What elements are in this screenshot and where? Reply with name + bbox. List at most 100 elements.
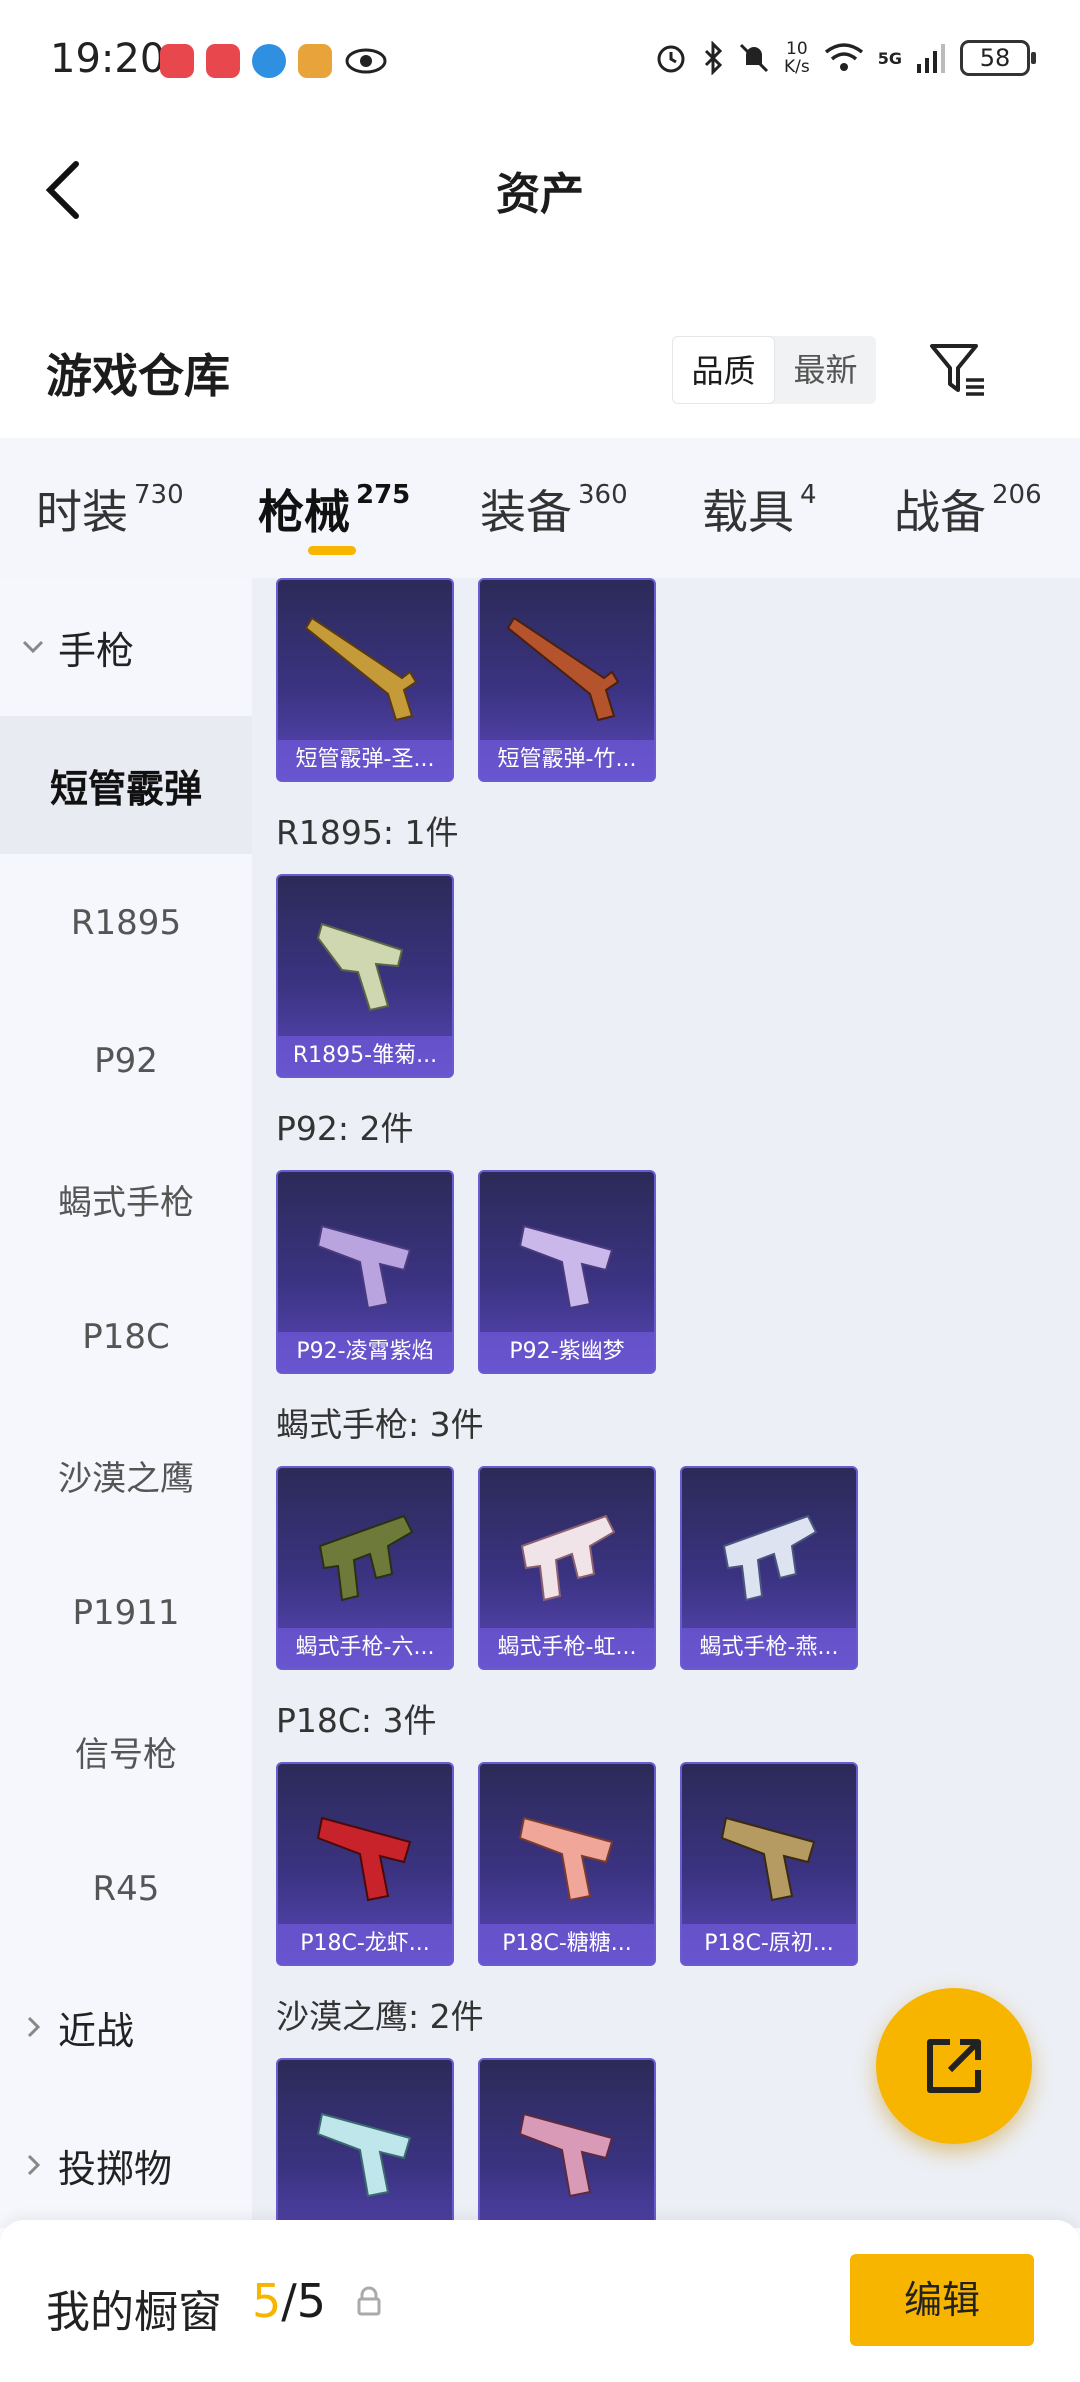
item-card[interactable]: P18C-龙虾... (276, 1762, 454, 1966)
item-card[interactable]: P92-紫幽梦 (478, 1170, 656, 1374)
revolver-icon (316, 922, 404, 1012)
browser-icon (252, 44, 286, 78)
pistol-icon (720, 1816, 816, 1902)
sidebar-item-scorpion[interactable]: 蝎式手枪 (0, 1130, 252, 1268)
sort-quality-option[interactable]: 品质 (672, 336, 775, 404)
tab-count: 730 (134, 480, 184, 510)
notification-icons (160, 44, 388, 78)
item-name: P18C-糖糖... (480, 1924, 654, 1964)
battery-indicator: 58 (960, 40, 1036, 76)
chevron-right-icon (27, 2154, 41, 2176)
sidebar-group-throwables[interactable]: 投掷物 (0, 2096, 252, 2234)
signal-icon (917, 44, 945, 73)
app-notification-icon (298, 44, 332, 78)
showcase-total: /5 (281, 2274, 327, 2328)
item-name: P18C-龙虾... (278, 1924, 452, 1964)
tab-count: 4 (800, 480, 817, 510)
status-bar: 19:20 10 K/s 5G 58 (0, 0, 1080, 124)
sidebar-item-p18c[interactable]: P18C (0, 1268, 252, 1406)
item-name: P92-凌霄紫焰 (278, 1332, 452, 1372)
sidebar-item-p1911[interactable]: P1911 (0, 1544, 252, 1682)
showcase-count: 5/5 (252, 2274, 326, 2328)
alarm-icon (657, 45, 685, 73)
status-time: 19:20 (50, 36, 166, 82)
item-name: 短管霰弹-竹... (480, 740, 654, 780)
group-label-p92: P92: 2件 (276, 1109, 414, 1148)
item-card[interactable]: 短管霰弹-竹... (478, 578, 656, 782)
group-label-r1895: R1895: 1件 (276, 813, 459, 852)
active-tab-indicator (308, 546, 356, 555)
group-label-p18c: P18C: 3件 (276, 1701, 437, 1740)
pistol-icon (316, 1224, 412, 1310)
tab-firearms[interactable]: 枪械 275 (258, 476, 410, 542)
item-row (276, 2058, 656, 2228)
system-icons: 10 K/s 5G 58 (654, 40, 1036, 76)
warehouse-title: 游戏仓库 (46, 349, 230, 403)
group-label-scorpion: 蝎式手枪: 3件 (276, 1405, 484, 1444)
share-external-icon (927, 2039, 981, 2093)
sidebar-group-melee[interactable]: 近战 (0, 1958, 252, 2096)
lock-icon (357, 2286, 381, 2316)
sidebar-item-flare-gun[interactable]: 信号枪 (0, 1682, 252, 1820)
showcase-current: 5 (252, 2274, 282, 2328)
item-card[interactable]: P18C-原初... (680, 1762, 858, 1966)
tab-fashion[interactable]: 时装 730 (36, 476, 184, 542)
eye-icon (345, 48, 387, 74)
tab-vehicles[interactable]: 载具 4 (702, 476, 817, 542)
item-row: R1895-雏菊... (276, 874, 454, 1078)
sort-latest-option[interactable]: 最新 (775, 336, 876, 404)
edit-button[interactable]: 编辑 (850, 2254, 1034, 2346)
signal-label: 5G (877, 48, 902, 68)
item-card[interactable]: 短管霰弹-圣... (276, 578, 454, 782)
item-card[interactable]: 蝎式手枪-六... (276, 1466, 454, 1670)
sidebar-item-p92[interactable]: P92 (0, 992, 252, 1130)
pistol-icon (518, 1224, 614, 1310)
item-card[interactable]: 蝎式手枪-虹... (478, 1466, 656, 1670)
item-card[interactable] (478, 2058, 656, 2228)
item-card[interactable]: 蝎式手枪-燕... (680, 1466, 858, 1670)
tab-label: 枪械 (258, 485, 350, 539)
tab-count: 275 (356, 480, 411, 510)
item-name: P18C-原初... (682, 1924, 856, 1964)
item-card[interactable]: P92-凌霄紫焰 (276, 1170, 454, 1374)
sidebar-item-r45[interactable]: R45 (0, 1820, 252, 1958)
sidebar-item-r1895[interactable]: R1895 (0, 854, 252, 992)
smg-icon (520, 1514, 616, 1602)
item-card[interactable]: R1895-雏菊... (276, 874, 454, 1078)
item-name: 蝎式手枪-燕... (682, 1628, 856, 1668)
filter-button[interactable] (928, 340, 988, 400)
item-name: P92-紫幽梦 (480, 1332, 654, 1372)
sidebar-item-desert-eagle[interactable]: 沙漠之鹰 (0, 1406, 252, 1544)
tab-equipment[interactable]: 装备 360 (480, 476, 628, 542)
item-name: 短管霰弹-圣... (278, 740, 452, 780)
page-title: 资产 (496, 169, 584, 220)
shotgun-icon (304, 616, 418, 722)
item-card[interactable] (276, 2058, 454, 2228)
share-fab[interactable] (876, 1988, 1032, 2144)
item-name: R1895-雏菊... (278, 1036, 452, 1076)
item-row: 蝎式手枪-六... 蝎式手枪-虹... 蝎式手枪-燕... (276, 1466, 858, 1670)
chevron-down-icon (22, 640, 44, 654)
item-row: 短管霰弹-圣... 短管霰弹-竹... (276, 578, 656, 782)
tab-label: 装备 (480, 485, 572, 539)
pistol-icon (518, 2112, 614, 2198)
item-card[interactable]: P18C-糖糖... (478, 1762, 656, 1966)
sidebar-group-pistol[interactable]: 手枪 (0, 578, 252, 716)
filter-icon (930, 344, 984, 396)
item-grid: 短管霰弹-圣... 短管霰弹-竹... R1895: 1件 R1895-雏菊..… (252, 578, 1080, 2228)
bluetooth-icon (704, 41, 723, 75)
sidebar-item-short-shotgun[interactable]: 短管霰弹 (0, 716, 252, 854)
net-speed: 10 K/s (784, 40, 810, 76)
pistol-icon (518, 1816, 614, 1902)
sidebar-group-label: 投掷物 (58, 2146, 173, 2191)
tab-label: 载具 (702, 485, 794, 539)
tab-count: 206 (992, 480, 1042, 510)
tab-supplies[interactable]: 战备 206 (894, 476, 1042, 542)
app-notification-icon (160, 44, 194, 78)
app-notification-icon (206, 44, 240, 78)
weapon-sidebar: 手枪 短管霰弹 R1895 P92 蝎式手枪 P18C 沙漠之鹰 P1911 信… (0, 578, 252, 2228)
pistol-icon (316, 2112, 412, 2198)
net-speed-unit: K/s (784, 57, 810, 77)
item-name: 蝎式手枪-虹... (480, 1628, 654, 1668)
mute-icon (739, 43, 769, 73)
